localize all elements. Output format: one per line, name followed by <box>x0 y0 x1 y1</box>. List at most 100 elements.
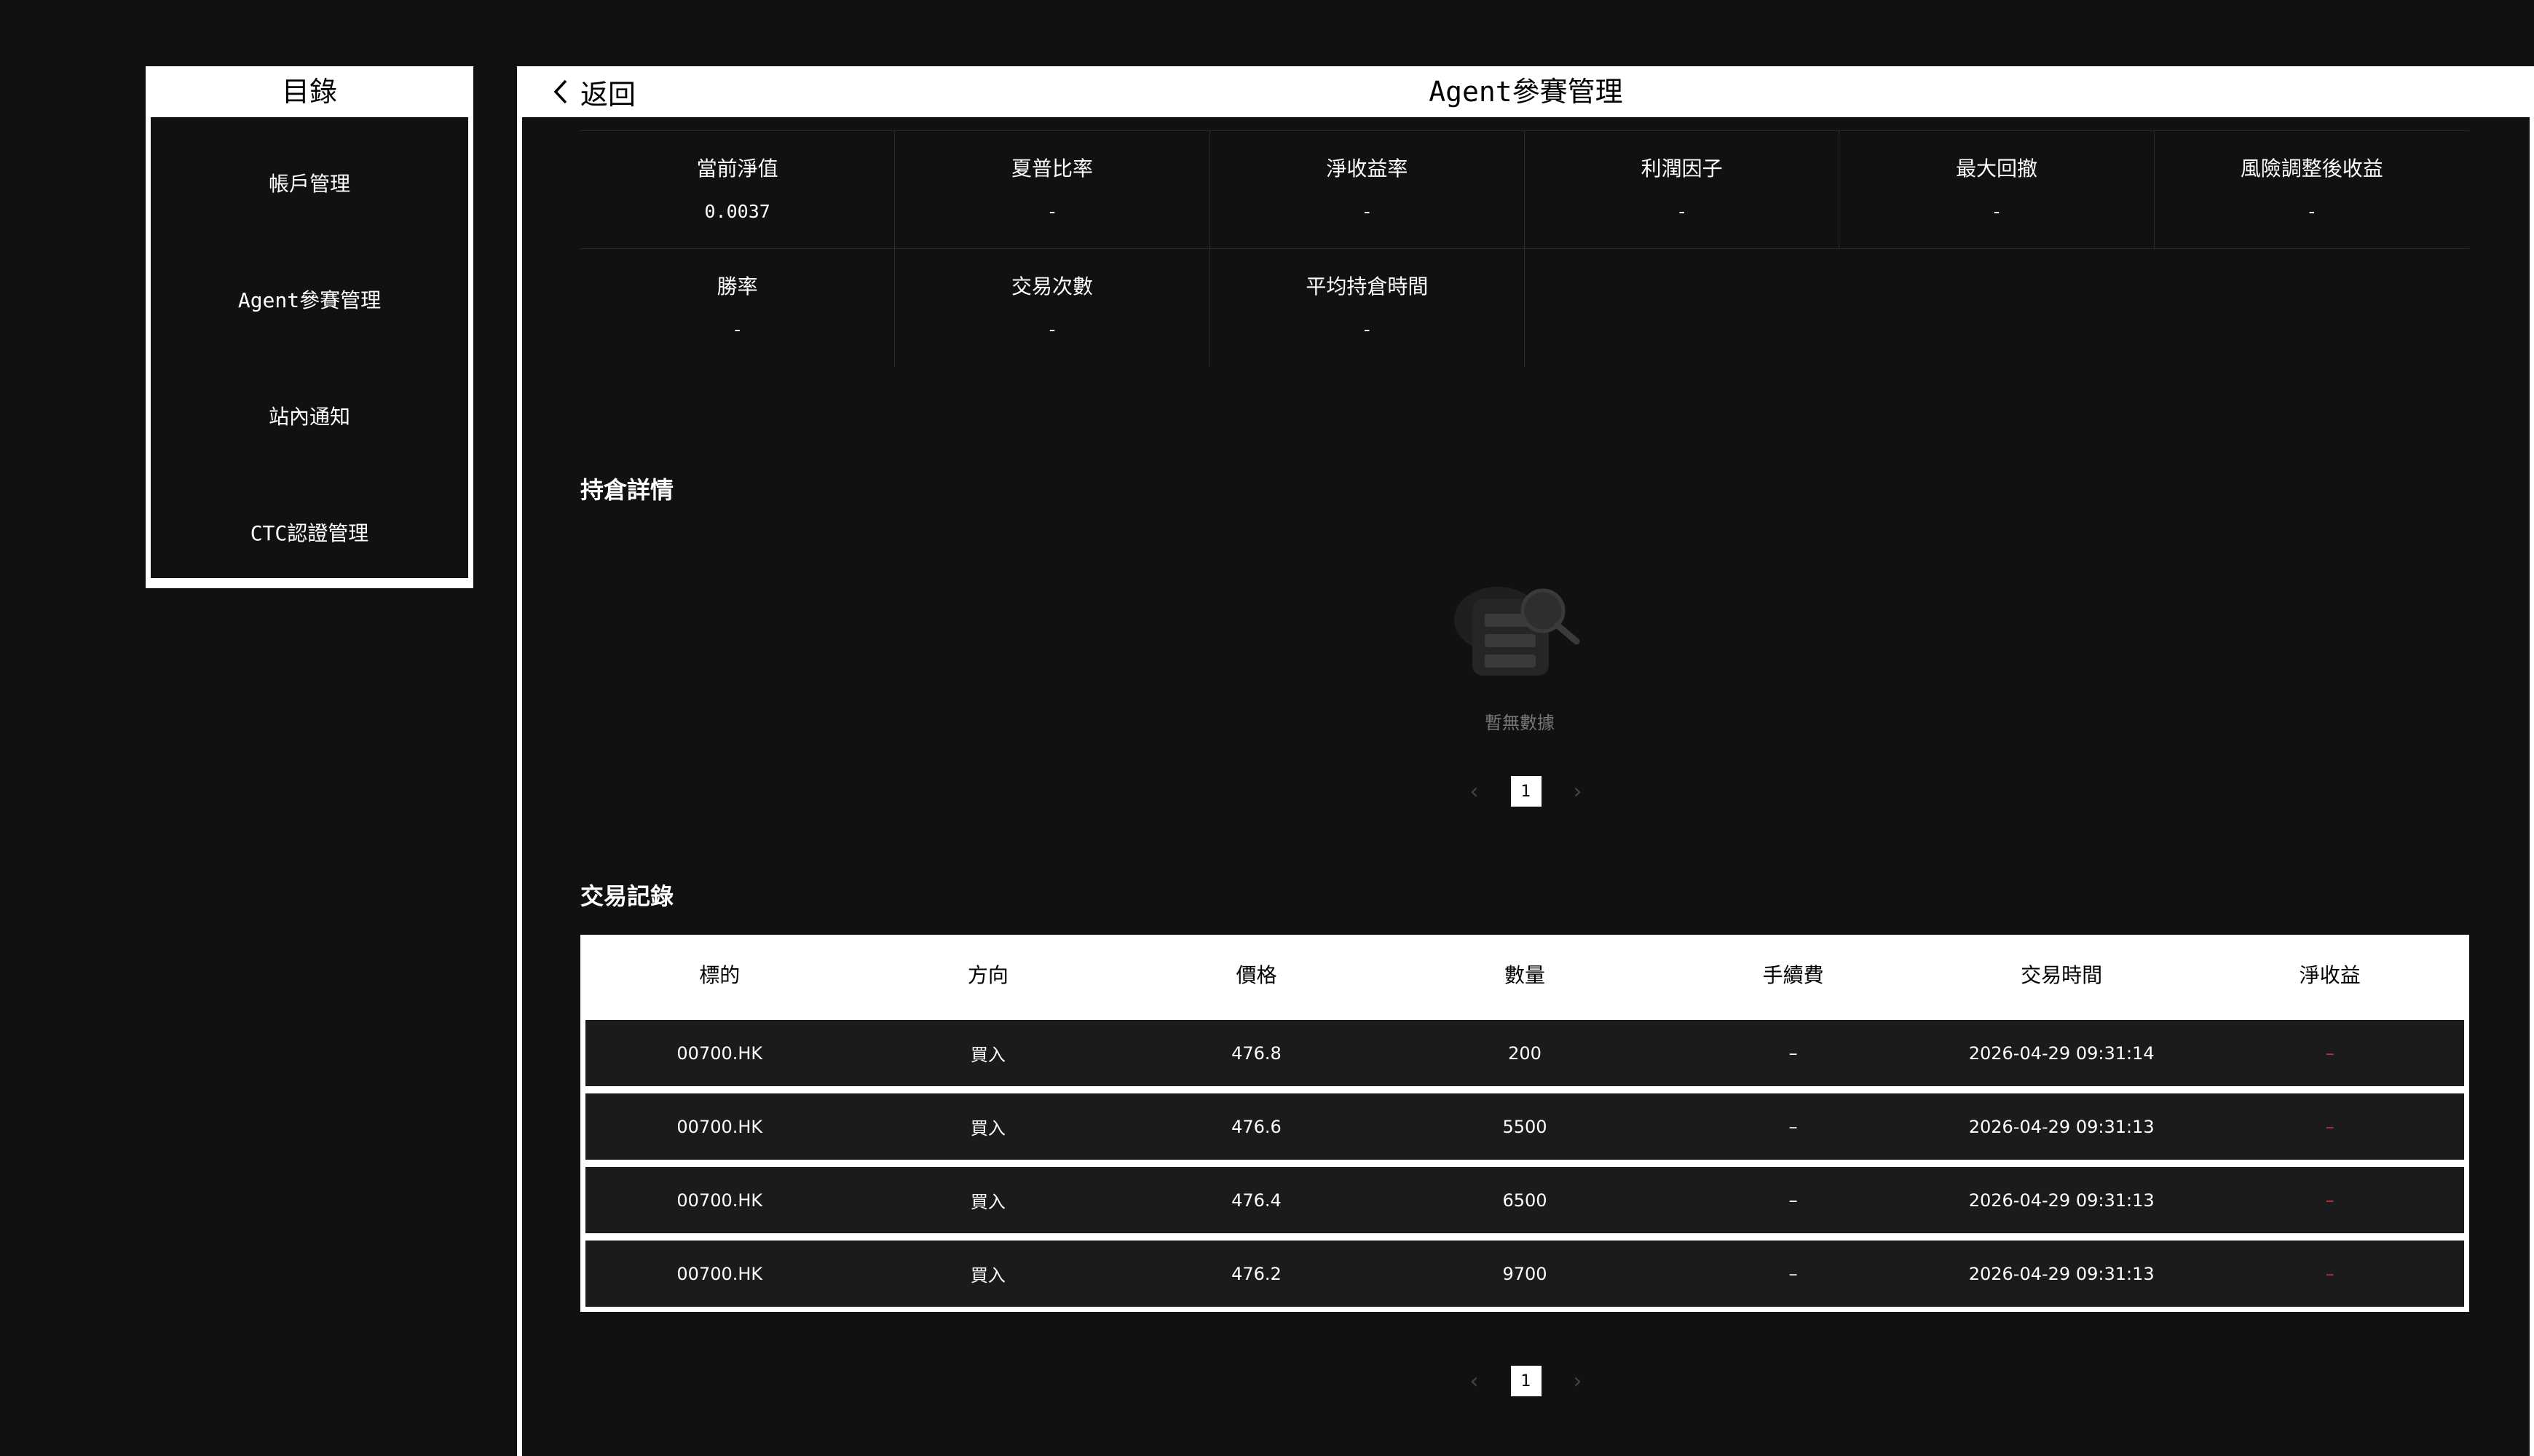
cell-quantity: 9700 <box>1502 1263 1547 1284</box>
next-page-icon[interactable]: › <box>1571 1369 1585 1394</box>
metric-sharpe-ratio: 夏普比率 - <box>895 131 1210 248</box>
table-row: 00700.HK 買入 476.2 9700 – 2026-04-29 09:3… <box>585 1241 2464 1307</box>
metric-empty <box>1839 249 2154 367</box>
cell-net-profit: – <box>2325 1190 2334 1211</box>
content-area: 當前淨值 0.0037 夏普比率 - 淨收益率 - 利潤因子 - 最大回撤 - … <box>522 117 2530 1456</box>
empty-text: 暫無數據 <box>1485 713 1555 733</box>
cell-time: 2026-04-29 09:31:14 <box>1968 1042 2155 1064</box>
empty-data-icon <box>1454 587 1580 676</box>
metric-trade-count: 交易次數 - <box>895 249 1210 367</box>
column-header: 標的 <box>699 962 741 987</box>
cell-fee: – <box>1788 1190 1798 1211</box>
metric-value: - <box>1046 319 1058 340</box>
metric-value: - <box>2306 201 2318 222</box>
cell-time: 2026-04-29 09:31:13 <box>1968 1263 2155 1284</box>
metric-value: 0.0037 <box>704 201 770 222</box>
cell-symbol: 00700.HK <box>676 1263 763 1284</box>
cell-price: 476.8 <box>1231 1042 1282 1064</box>
cell-price: 476.2 <box>1231 1263 1282 1284</box>
metric-label: 淨收益率 <box>1326 157 1408 181</box>
metric-label: 最大回撤 <box>1955 157 2037 181</box>
back-button[interactable]: 返回 <box>551 66 636 117</box>
cell-quantity: 200 <box>1508 1042 1542 1064</box>
cell-fee: – <box>1788 1263 1798 1284</box>
sidebar: 目錄 帳戶管理 Agent參賽管理 站內通知 CTC認證管理 <box>146 66 473 588</box>
cell-price: 476.6 <box>1231 1116 1282 1137</box>
metric-label: 交易次數 <box>1011 274 1093 298</box>
main-panel: 返回 Agent參賽管理 當前淨值 0.0037 夏普比率 - 淨收益率 - 利… <box>517 66 2534 1456</box>
prev-page-icon[interactable]: ‹ <box>1467 779 1482 804</box>
metric-profit-factor: 利潤因子 - <box>1525 131 1840 248</box>
trades-pagination: ‹ 1 › <box>522 1366 2530 1396</box>
page-number[interactable]: 1 <box>1510 1366 1542 1396</box>
metric-empty <box>1525 249 1839 367</box>
metric-avg-holding-time: 平均持倉時間 - <box>1210 249 1525 367</box>
metrics-grid: 當前淨值 0.0037 夏普比率 - 淨收益率 - 利潤因子 - 最大回撤 - … <box>580 130 2469 367</box>
column-header: 價格 <box>1236 962 1277 987</box>
metric-value: - <box>1046 201 1058 222</box>
table-row: 00700.HK 買入 476.4 6500 – 2026-04-29 09:3… <box>585 1167 2464 1233</box>
metric-label: 勝率 <box>717 274 758 298</box>
sidebar-item-account[interactable]: 帳戶管理 <box>151 126 468 242</box>
column-header: 手續費 <box>1762 962 1824 987</box>
sidebar-item-notifications[interactable]: 站內通知 <box>151 359 468 475</box>
cell-time: 2026-04-29 09:31:13 <box>1968 1190 2155 1211</box>
cell-net-profit: – <box>2325 1042 2334 1064</box>
positions-pagination: ‹ 1 › <box>522 776 2530 807</box>
cell-time: 2026-04-29 09:31:13 <box>1968 1116 2155 1137</box>
cell-fee: – <box>1788 1116 1798 1137</box>
cell-symbol: 00700.HK <box>676 1042 763 1064</box>
cell-quantity: 5500 <box>1502 1116 1547 1137</box>
cell-quantity: 6500 <box>1502 1190 1547 1211</box>
table-header: 標的 方向 價格 數量 手續費 交易時間 淨收益 <box>585 935 2464 1013</box>
metric-label: 當前淨值 <box>696 157 778 181</box>
metric-value: - <box>1361 319 1373 340</box>
metrics-row: 勝率 - 交易次數 - 平均持倉時間 - <box>580 249 2469 367</box>
positions-title: 持倉詳情 <box>580 476 674 504</box>
metric-win-rate: 勝率 - <box>580 249 896 367</box>
cell-direction: 買入 <box>970 1045 1006 1065</box>
positions-empty-state: 暫無數據 <box>1410 569 1629 734</box>
cell-direction: 買入 <box>970 1192 1006 1212</box>
metric-max-drawdown: 最大回撤 - <box>1839 131 2155 248</box>
metric-label: 利潤因子 <box>1641 157 1723 181</box>
cell-fee: – <box>1788 1042 1798 1064</box>
prev-page-icon[interactable]: ‹ <box>1467 1369 1482 1394</box>
cell-price: 476.4 <box>1231 1190 1282 1211</box>
sidebar-title: 目錄 <box>281 76 337 108</box>
trades-table: 標的 方向 價格 數量 手續費 交易時間 淨收益 00700.HK 買入 476… <box>580 935 2469 1312</box>
metric-net-return: 淨收益率 - <box>1210 131 1525 248</box>
metric-value: - <box>1991 201 2002 222</box>
next-page-icon[interactable]: › <box>1571 779 1585 804</box>
metric-risk-adjusted-return: 風險調整後收益 - <box>2155 131 2469 248</box>
metric-current-nav: 當前淨值 0.0037 <box>580 131 896 248</box>
column-header: 方向 <box>967 962 1009 987</box>
metric-label: 平均持倉時間 <box>1306 274 1429 298</box>
column-header: 數量 <box>1504 962 1546 987</box>
cell-symbol: 00700.HK <box>676 1116 763 1137</box>
column-header: 淨收益 <box>2299 962 2361 987</box>
cell-symbol: 00700.HK <box>676 1190 763 1211</box>
page-number[interactable]: 1 <box>1510 776 1542 807</box>
table-row: 00700.HK 買入 476.8 200 – 2026-04-29 09:31… <box>585 1020 2464 1086</box>
sidebar-menu: 帳戶管理 Agent參賽管理 站內通知 CTC認證管理 <box>151 117 468 578</box>
cell-net-profit: – <box>2325 1263 2334 1284</box>
metric-label: 風險調整後收益 <box>2240 157 2383 181</box>
sidebar-item-agent-competition[interactable]: Agent參賽管理 <box>151 242 468 359</box>
metric-label: 夏普比率 <box>1011 157 1093 181</box>
sidebar-item-ctc-certification[interactable]: CTC認證管理 <box>151 475 468 592</box>
metric-empty <box>2155 249 2469 367</box>
metric-value: - <box>1676 201 1688 222</box>
chevron-left-icon <box>553 79 567 104</box>
trades-title: 交易記錄 <box>580 882 674 910</box>
back-label: 返回 <box>580 78 636 111</box>
page-title: Agent參賽管理 <box>1429 76 1623 108</box>
metric-value: - <box>1361 201 1373 222</box>
metric-value: - <box>732 319 743 340</box>
cell-direction: 買入 <box>970 1118 1006 1139</box>
column-header: 交易時間 <box>2021 962 2103 987</box>
metrics-row: 當前淨值 0.0037 夏普比率 - 淨收益率 - 利潤因子 - 最大回撤 - … <box>580 131 2469 249</box>
header: 返回 Agent參賽管理 <box>522 66 2530 117</box>
cell-net-profit: – <box>2325 1116 2334 1137</box>
table-row: 00700.HK 買入 476.6 5500 – 2026-04-29 09:3… <box>585 1093 2464 1160</box>
